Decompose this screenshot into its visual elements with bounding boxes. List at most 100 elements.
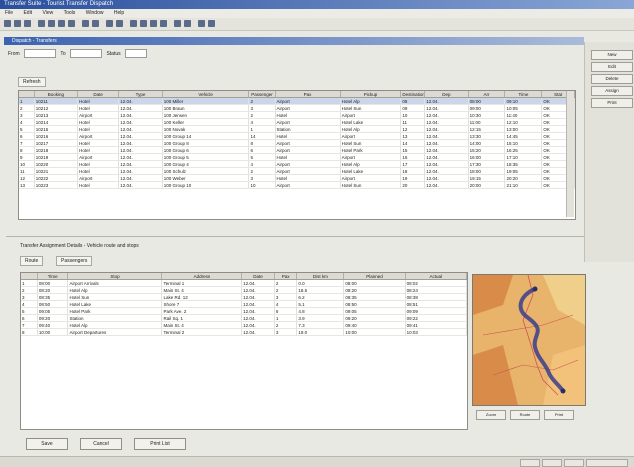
table-cell: Rail Sq. 1: [161, 314, 243, 322]
table-row[interactable]: 7 10217 Hotel 12.04. 100 Group 8 8 Airport Hote…: [19, 139, 575, 147]
table-cell: 100 Group 4: [162, 160, 250, 168]
table-cell: Airport: [77, 111, 120, 119]
new-button[interactable]: New: [591, 50, 633, 60]
table-cell: Park Ave. 2: [161, 307, 243, 315]
menu-bar: File Edit View Tools Window Help: [0, 9, 634, 18]
tab-route[interactable]: Route: [20, 256, 44, 266]
menu-edit[interactable]: Edit: [23, 10, 32, 16]
table-cell: 8: [21, 328, 38, 336]
table-cell: 15: [400, 146, 426, 154]
paste-icon[interactable]: [68, 20, 75, 27]
assign-button[interactable]: Assign: [591, 86, 633, 96]
menu-help[interactable]: Help: [114, 10, 124, 16]
table-row[interactable]: 9 10219 Airport 12.04. 100 Group 5 5 Hotel Airp…: [19, 153, 575, 161]
table-row[interactable]: 12 10222 Airport 12.04. 100 Weber 3 Hotel Airpo…: [19, 174, 575, 182]
save-icon[interactable]: [24, 20, 31, 27]
settings-icon[interactable]: [198, 20, 205, 27]
table-cell: 12.04.: [241, 328, 275, 336]
table-cell: 1: [21, 279, 38, 287]
to-date-field[interactable]: [70, 49, 103, 59]
map-route-button[interactable]: Route: [510, 410, 540, 420]
table-row[interactable]: 1 10211 Hotel 12.04. 100 Miller 2 Airport Hotel…: [19, 97, 575, 105]
table-row[interactable]: 8 10:00 Airport Departures Terminal 2 12.04.…: [21, 328, 467, 336]
route-map[interactable]: [472, 274, 586, 406]
cancel-button[interactable]: Cancel: [80, 438, 122, 450]
table-row[interactable]: 5 09:05 Hotel Park Park Ave. 2 12.04. 6 4.8 09:…: [21, 307, 467, 315]
save-button[interactable]: Save: [26, 438, 68, 450]
print-button[interactable]: Print: [591, 98, 633, 108]
table-cell: 19.0: [296, 328, 345, 336]
table-row[interactable]: 2 10212 Hotel 12.04. 100 Braun 3 Airport Hotel …: [19, 104, 575, 112]
table-cell: Airport: [275, 146, 341, 154]
table-row[interactable]: 2 08:20 Hotel Alp Main St. 4 12.04. 2 18.5 08:2…: [21, 286, 467, 294]
table-cell: Station: [275, 125, 341, 133]
table-cell: 12:10: [504, 118, 543, 126]
prev-record-icon[interactable]: [140, 20, 147, 27]
status-field[interactable]: [125, 49, 148, 59]
table-row[interactable]: 3 08:35 Hotel Sun Lake Rd. 12 12.04. 3 6.2 08:3…: [21, 293, 467, 301]
table-cell: 12.04.: [241, 321, 275, 329]
last-record-icon[interactable]: [160, 20, 167, 27]
table-row[interactable]: 5 10215 Hotel 12.04. 100 Novak 1 Station Hotel …: [19, 125, 575, 133]
first-record-icon[interactable]: [130, 20, 137, 27]
table-cell: 12.04.: [118, 174, 163, 182]
help-icon[interactable]: [208, 20, 215, 27]
from-date-field[interactable]: [24, 49, 57, 59]
undo-icon[interactable]: [82, 20, 89, 27]
table-cell: 15:10: [504, 139, 543, 147]
table-row[interactable]: 10 10220 Hotel 12.04. 100 Group 4 4 Airport Hot…: [19, 160, 575, 168]
table-row[interactable]: 4 10214 Hotel 12.04. 100 Keller 4 Airport Hotel…: [19, 118, 575, 126]
cut-icon[interactable]: [48, 20, 55, 27]
table-cell: 19:15: [468, 174, 506, 182]
open-icon[interactable]: [14, 20, 21, 27]
table-cell: Airport: [275, 104, 341, 112]
table-row[interactable]: 4 08:50 Hotel Lake Shore 7 12.04. 4 5.1 08:50 08…: [21, 300, 467, 308]
search-icon[interactable]: [106, 20, 113, 27]
table-cell: 10223: [34, 181, 79, 189]
filter-icon[interactable]: [116, 20, 123, 27]
new-icon[interactable]: [4, 20, 11, 27]
menu-file[interactable]: File: [5, 10, 13, 16]
table-cell: 10217: [34, 139, 79, 147]
table-row[interactable]: 8 10218 Hotel 12.04. 100 Group 6 6 Airport Hote…: [19, 146, 575, 154]
delete-button[interactable]: Delete: [591, 74, 633, 84]
table-cell: 4: [19, 118, 35, 126]
map-print-button[interactable]: Print: [544, 410, 574, 420]
table-cell: 10: [19, 160, 35, 168]
table-row[interactable]: 1 08:00 Airport Arrivals Terminal 1 12.04. 2 0…: [21, 279, 467, 287]
table-cell: Airport: [275, 118, 341, 126]
next-record-icon[interactable]: [150, 20, 157, 27]
table-cell: 08:35: [343, 293, 406, 301]
table-cell: Airport: [275, 167, 341, 175]
table-row[interactable]: 13 10223 Hotel 12.04. 100 Group 10 10 Airport H…: [19, 181, 575, 189]
map-icon[interactable]: [184, 20, 191, 27]
transfers-scrollbar[interactable]: [566, 91, 574, 217]
menu-tools[interactable]: Tools: [64, 10, 76, 16]
print-icon[interactable]: [38, 20, 45, 27]
table-cell: 13: [400, 132, 426, 140]
redo-icon[interactable]: [92, 20, 99, 27]
table-cell: 16:00: [468, 153, 506, 161]
table-cell: 09:09: [405, 307, 467, 315]
table-cell: Hotel: [77, 167, 120, 175]
table-cell: 10216: [34, 132, 79, 140]
print-list-button[interactable]: Print List: [134, 438, 186, 450]
menu-view[interactable]: View: [42, 10, 53, 16]
table-cell: 08:50: [37, 300, 69, 308]
table-row[interactable]: 7 09:40 Hotel Alp Main St. 4 12.04. 2 7.3 09:40…: [21, 321, 467, 329]
table-cell: Hotel Alp: [67, 321, 163, 329]
table-row[interactable]: 6 09:20 Station Rail Sq. 1 12.04. 1 3.9 09:20 09…: [21, 314, 467, 322]
menu-window[interactable]: Window: [86, 10, 104, 16]
table-cell: 100 Group 5: [162, 153, 250, 161]
refresh-icon[interactable]: [174, 20, 181, 27]
tab-passengers[interactable]: Passengers: [56, 256, 93, 266]
table-cell: 11: [19, 167, 35, 175]
map-zoom-button[interactable]: Zoom: [476, 410, 506, 420]
table-row[interactable]: 3 10213 Airport 12.04. 100 Jensen 2 Hotel Airpo…: [19, 111, 575, 119]
table-cell: Hotel Park: [340, 146, 402, 154]
copy-icon[interactable]: [58, 20, 65, 27]
table-row[interactable]: 6 10216 Airport 12.04. 100 Group 14 14 Hotel Ai…: [19, 132, 575, 140]
edit-button[interactable]: Edit: [591, 62, 633, 72]
table-row[interactable]: 11 10221 Hotel 12.04. 100 Schulz 2 Airport Hote…: [19, 167, 575, 175]
refresh-button[interactable]: Refresh: [18, 77, 46, 87]
